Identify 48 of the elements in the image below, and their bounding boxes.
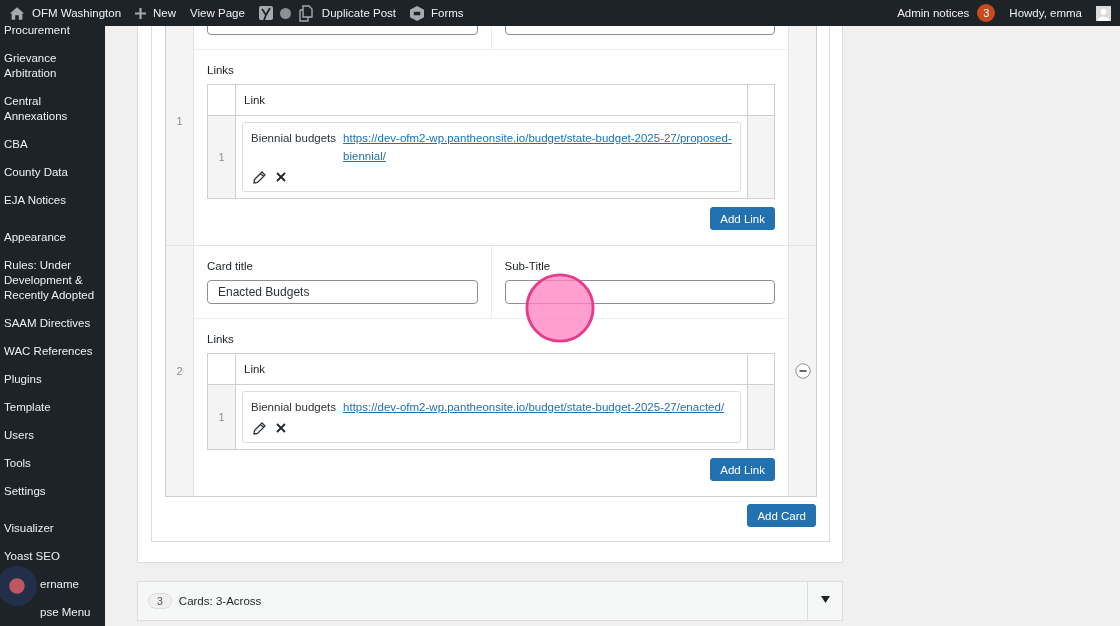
user-greeting[interactable]: Howdy, emma [1009,7,1082,19]
field-label: Links [207,64,235,76]
duplicate-post-link[interactable]: Duplicate Post [321,7,396,19]
field-label: Card title [207,260,255,272]
link-title: Biennial budgets [251,131,337,146]
sidebar-item[interactable]: Yoast SEO [4,549,60,564]
sidebar-item[interactable]: Users [4,428,35,443]
column-header: Link [244,94,266,106]
site-name-link[interactable]: OFM Washington [32,7,122,19]
link-url[interactable]: https://dev-ofm2-wp.pantheonsite.io/budget/state-budget-2025-27/enacted/ [343,398,732,416]
sidebar-item[interactable]: Appearance [4,230,67,245]
row-number: 1 [176,115,183,127]
forms-link[interactable]: Forms [431,7,464,19]
notice-count-badge: 3 [977,4,996,22]
collapsed-block[interactable]: 3 Cards: 3-Across [137,581,843,621]
new-link[interactable]: New [153,7,177,19]
row-number: 1 [218,151,225,163]
sidebar-item[interactable]: CBA [4,137,28,152]
sidebar-item[interactable]: Procurement [4,26,70,38]
field-label: Sub-Title [504,260,552,272]
add-link-button[interactable]: Add Link [710,207,775,230]
admin-notices-link[interactable]: Admin notices [897,7,970,19]
sidebar-item[interactable]: WAC References [4,344,93,359]
sidebar-item[interactable]: pse Menu [40,605,91,620]
sidebar-item[interactable]: County Data [4,165,68,180]
block-title: Cards: 3-Across [178,595,262,607]
column-header: Link [244,363,266,375]
sidebar-item[interactable]: Rules: Under Development & Recently Adopted [4,258,104,303]
row-number: 1 [218,411,225,423]
sidebar-item[interactable]: Visualizer [4,521,54,536]
block-index-badge: 3 [148,593,172,609]
sidebar-item[interactable]: Grievance Arbitration [4,51,104,81]
add-card-button[interactable]: Add Card [747,504,816,527]
sidebar-item[interactable]: ername [40,577,79,592]
sidebar-item[interactable]: Plugins [4,372,42,387]
sidebar-item[interactable]: SAAM Directives [4,316,91,331]
row-number: 2 [176,365,183,377]
sidebar-item[interactable]: Settings [4,484,46,499]
field-label: Links [207,333,235,345]
card-title-field[interactable]: Enacted Budgets [207,280,478,304]
sidebar-item[interactable]: EJA Notices [4,193,66,208]
view-page-link[interactable]: View Page [190,7,245,19]
add-link-button[interactable]: Add Link [710,458,775,481]
sidebar-item[interactable]: Tools [4,456,31,471]
sidebar-item[interactable]: Central Annexations [4,94,104,124]
sidebar-item[interactable]: Template [4,400,51,415]
link-title: Biennial budgets [251,400,337,415]
link-url[interactable]: https://dev-ofm2-wp.pantheonsite.io/budget/state-budget-2025-27/proposed-biennial/ [343,129,732,165]
